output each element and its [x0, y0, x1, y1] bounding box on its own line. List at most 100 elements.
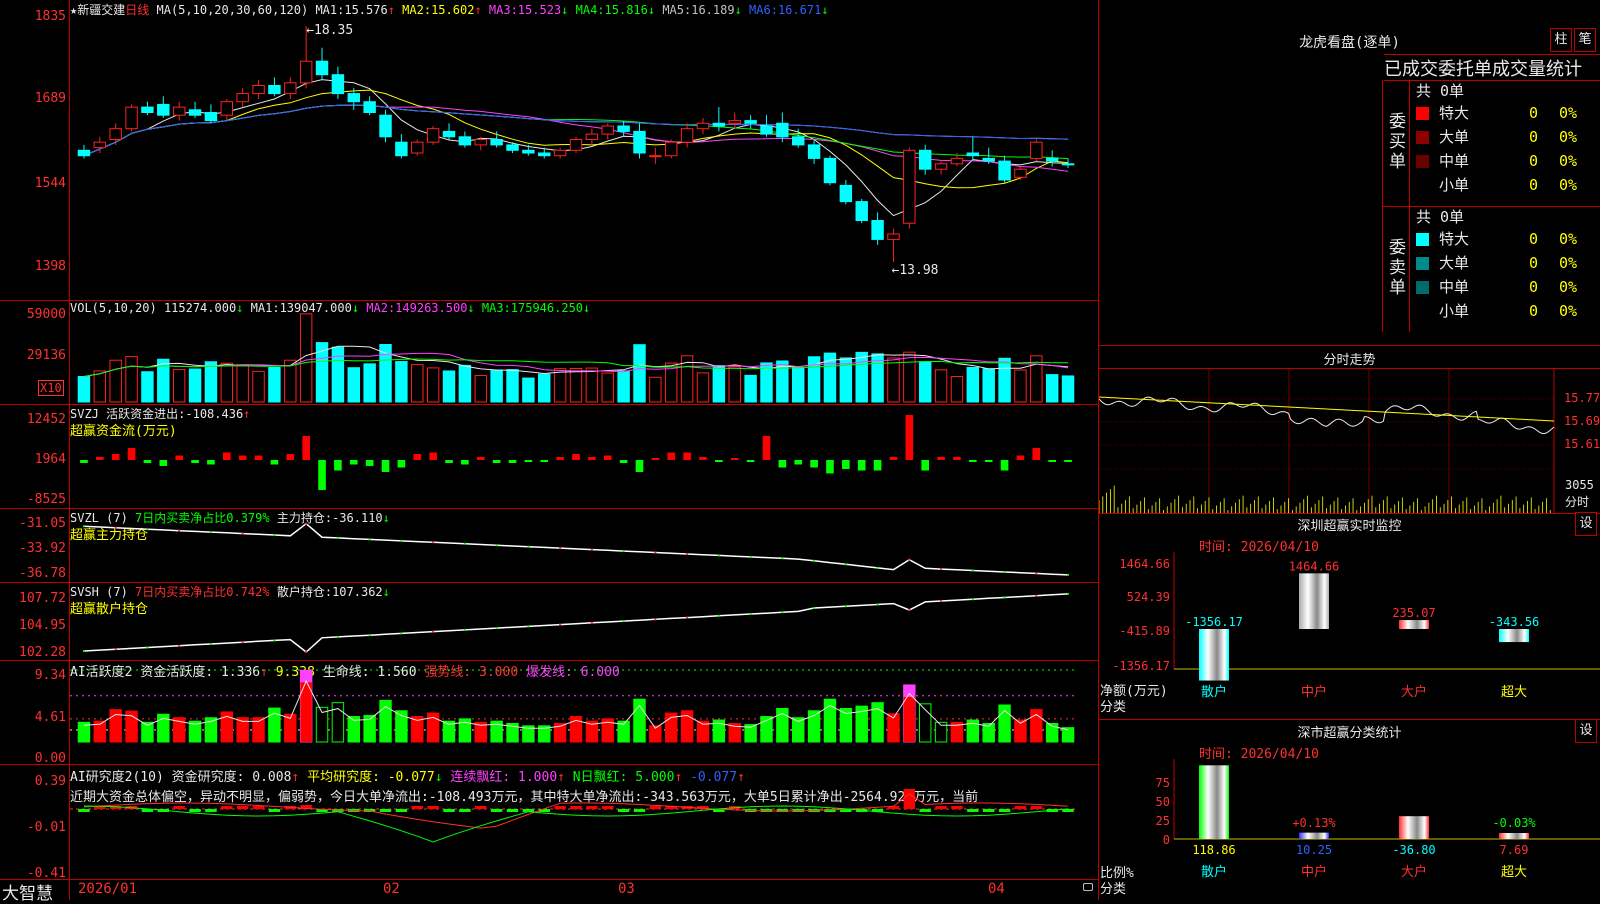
volume-bar	[934, 369, 948, 403]
monitor-panel[interactable]: 深圳超赢实时监控 设 时间: 2026/04/10 1464.66 524.39-…	[1099, 512, 1600, 720]
activity-bars[interactable]	[70, 660, 1098, 764]
candlestick-chart[interactable]: ←18.35 ←13.98	[70, 0, 1098, 300]
research-bar	[586, 806, 598, 809]
monitor-chart[interactable]: 1464.66 524.39 -415.89 -1356.17 -1356.17 散户 14…	[1099, 512, 1600, 719]
order-pct: 0%	[1559, 278, 1578, 296]
bar-value-label: -36.80	[1392, 843, 1435, 857]
candle-body	[760, 125, 773, 135]
holding-dot	[844, 563, 847, 566]
intraday-chart[interactable]	[1099, 369, 1600, 513]
chart-ytick: 0	[1163, 833, 1170, 847]
candle-body	[617, 125, 630, 132]
holding-dot	[876, 603, 879, 606]
holding-dot	[781, 611, 784, 614]
flow-bar	[873, 460, 882, 471]
flow-bar	[365, 460, 374, 466]
holding-line	[83, 593, 1069, 653]
svzj-pane[interactable]: SVZJ 活跃资金进出:-108.436↑ 超赢资金流(万元)	[0, 404, 1098, 509]
order-count: 0	[1529, 302, 1539, 320]
volume-bar	[252, 370, 265, 403]
research-bars[interactable]	[70, 764, 1098, 879]
candle-body	[77, 149, 91, 157]
classify-chart[interactable]: 75 50 25 0 118.86 散户 10.25 中户 -36.80 大户 7.69 超大 +0.1…	[1099, 719, 1600, 900]
order-type-label: 中单	[1439, 278, 1470, 296]
volume-bars[interactable]	[70, 300, 1098, 404]
intraday-title: 分时走势	[1323, 353, 1376, 368]
volume-bar	[77, 376, 91, 403]
sell-orders-box: 委卖单 共 0单 特大 0 0% 大单 0 0% 中单 0 0% 小单 0 0%	[1382, 206, 1600, 332]
candle-body	[109, 128, 122, 140]
vol-ytick: 29136	[26, 348, 66, 363]
flow-bar	[381, 460, 390, 472]
ai-active-ytick: 9.34	[34, 668, 66, 683]
intraday-panel[interactable]: 分时走势 15.77 15.69 15.61 3055 分时	[1099, 345, 1600, 514]
volume-bar	[426, 367, 440, 403]
research-bar	[649, 806, 662, 809]
ai-research-pane[interactable]: AI研究度2(10) 资金研究度: 0.008↑ 平均研究度: -0.077↓ …	[0, 764, 1098, 880]
volume-bar	[506, 369, 519, 403]
classify-xlabel: 分类	[1100, 882, 1127, 897]
brand-logo: 大智慧	[2, 884, 53, 904]
candle-body	[696, 122, 710, 130]
svsh-pane[interactable]: SVSH (7) 7日内买卖净占比0.742% 散户持仓:107.362↓ 超赢…	[0, 582, 1098, 661]
holding-dot	[114, 648, 117, 651]
color-swatch-icon	[1416, 281, 1429, 294]
volume-pane[interactable]: VOL(5,10,20) 115274.000↓ MA1:139047.000↓…	[0, 300, 1098, 405]
lock-icon[interactable]	[1083, 883, 1093, 891]
candle-body	[141, 106, 154, 113]
candle-body	[268, 85, 281, 95]
holding-dot	[305, 651, 308, 653]
research-bar	[395, 809, 408, 812]
pen-mode-button[interactable]: 笔	[1574, 28, 1596, 52]
category-bar	[1499, 629, 1529, 643]
holding-dot	[908, 609, 911, 611]
holding-dot	[622, 620, 625, 623]
order-type-label: 小单	[1439, 302, 1470, 320]
bar-value-label: -1356.17	[1185, 615, 1243, 629]
fund-flow-bars[interactable]	[70, 404, 1098, 508]
volume-bar	[633, 344, 646, 403]
volume-bar	[395, 361, 408, 403]
ai-active-pane[interactable]: AI活跃度2 资金活跃度: 1.336↑ 9.338 生命线: 1.560 强势…	[0, 660, 1098, 765]
flow-bar	[1000, 460, 1009, 471]
svzl-pane[interactable]: SVZL (7) 7日内买卖净占比0.379% 主力持仓:-36.110↓ 超赢…	[0, 508, 1098, 583]
color-swatch-icon	[1416, 257, 1429, 270]
holding-dot	[813, 607, 816, 610]
holding-dot	[178, 529, 181, 532]
volume-bar	[569, 367, 583, 403]
holding-dot	[273, 639, 276, 642]
activity-bar-base	[903, 696, 916, 742]
research-bar	[633, 809, 646, 812]
holding-dot	[114, 526, 117, 529]
vol-ytick: 59000	[26, 307, 66, 322]
holding-dot	[686, 552, 689, 555]
main-force-line[interactable]	[70, 508, 1098, 582]
chart-area: ★新疆交建日线 MA(5,10,20,30,60,120) MA1:15.576…	[0, 0, 1099, 904]
flow-bar	[746, 460, 755, 462]
bar-mode-button[interactable]: 柱	[1550, 28, 1572, 52]
price-ytick: 1544	[34, 176, 66, 191]
stats-tabs[interactable]: 已成交委托单成交量统计	[1384, 54, 1600, 81]
research-bar	[506, 809, 519, 812]
holding-dot	[876, 566, 879, 569]
research-bar	[951, 806, 963, 809]
classify-panel[interactable]: 深市超赢分类统计 设 时间: 2026/04/10 75 50 25 0 118.86 散…	[1099, 719, 1600, 900]
research-bar	[189, 809, 201, 812]
price-pane[interactable]: ★新疆交建日线 MA(5,10,20,30,60,120) MA1:15.576…	[0, 0, 1098, 301]
flow-bar	[1032, 448, 1041, 460]
research-bar	[252, 806, 265, 809]
retail-line[interactable]	[70, 582, 1098, 660]
buy-orders-box: 委买单 共 0单 特大 0 0% 大单 0 0% 中单 0 0% 小单 0 0%	[1382, 80, 1600, 207]
research-bar	[459, 809, 471, 812]
volume-bar	[617, 370, 630, 403]
x-date: 2026/01	[78, 881, 138, 897]
order-pct: 0%	[1559, 104, 1578, 122]
candle-body	[204, 112, 218, 122]
flow-bar	[651, 458, 660, 460]
candle-body	[93, 141, 107, 149]
bar-value-label: 118.86	[1192, 843, 1235, 857]
candle-body	[299, 60, 313, 84]
category-bar	[1399, 620, 1429, 629]
holding-dot	[622, 550, 625, 553]
flow-bar	[286, 454, 295, 460]
